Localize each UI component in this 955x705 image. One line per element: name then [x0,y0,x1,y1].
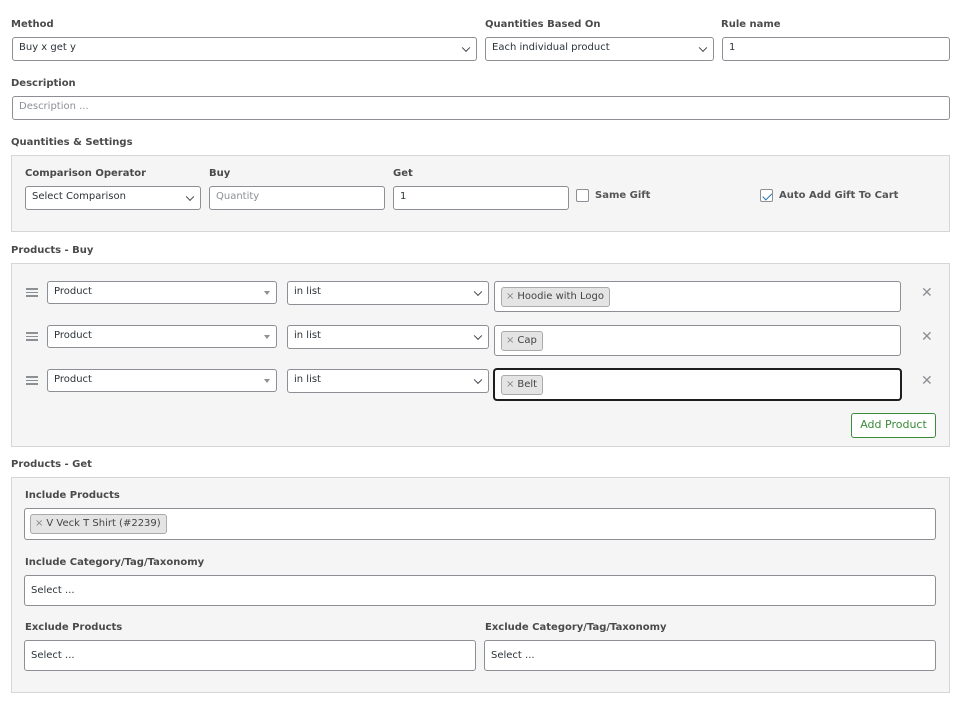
buy-row-3-condition-select[interactable]: in list [287,369,489,393]
chip-label: V Veck T Shirt (#2239) [46,518,161,529]
exclude-products-label: Exclude Products [25,622,123,633]
exclude-category-placeholder: Select ... [491,650,535,661]
include-products-label: Include Products [25,490,120,501]
chevron-down-icon [185,192,195,202]
exclude-category-field[interactable]: Select ... [484,640,936,671]
comparison-operator-label: Comparison Operator [25,168,147,179]
buy-row-1-type-value: Product [54,286,92,297]
buy-row-3-condition-value: in list [294,374,321,385]
quantities-based-on-value: Each individual product [492,42,610,53]
chevron-down-icon [473,331,483,341]
caret-down-icon [264,290,270,295]
selected-product-chip: × Belt [501,375,544,395]
drag-handle-icon[interactable] [26,332,38,341]
chevron-down-icon [461,43,471,53]
include-category-field[interactable]: Select ... [24,575,936,606]
buy-row-1-type-select[interactable]: Product [47,281,277,304]
chip-remove-icon[interactable]: × [506,379,514,390]
remove-row-icon[interactable]: ✕ [921,286,933,300]
same-gift-checkbox[interactable] [576,189,589,202]
same-gift-label: Same Gift [595,190,651,201]
chevron-down-icon [473,287,483,297]
remove-row-icon[interactable]: ✕ [921,330,933,344]
buy-row-2-condition-select[interactable]: in list [287,325,489,349]
buy-quantity-placeholder: Quantity [216,191,260,202]
quantities-based-on-label: Quantities Based On [485,19,601,30]
drag-handle-icon[interactable] [26,376,38,385]
selected-product-chip: × Hoodie with Logo [501,287,610,307]
buy-quantity-input[interactable]: Quantity [209,186,385,210]
chip-label: Cap [517,335,537,346]
products-buy-title: Products - Buy [11,245,94,256]
chip-label: Hoodie with Logo [517,291,604,302]
buy-row-2-products-field[interactable]: × Cap [494,325,901,356]
caret-down-icon [264,334,270,339]
comparison-operator-select[interactable]: Select Comparison [25,186,201,210]
comparison-operator-value: Select Comparison [32,191,126,202]
exclude-category-label: Exclude Category/Tag/Taxonomy [485,622,667,633]
buy-row-1-products-field[interactable]: × Hoodie with Logo [494,281,901,312]
chevron-down-icon [698,43,708,53]
include-category-label: Include Category/Tag/Taxonomy [25,557,205,568]
exclude-products-placeholder: Select ... [31,650,75,661]
drag-handle-icon[interactable] [26,288,38,297]
buy-row-3-products-field[interactable]: × Belt [494,369,901,400]
get-quantity-input[interactable]: 1 [393,186,569,210]
method-label: Method [11,19,54,30]
chip-remove-icon[interactable]: × [506,291,514,302]
buy-row-2-type-select[interactable]: Product [47,325,277,348]
rule-name-label: Rule name [721,19,781,30]
chip-remove-icon[interactable]: × [35,518,43,529]
description-label: Description [11,78,76,89]
auto-add-gift-label: Auto Add Gift To Cart [779,190,899,201]
description-placeholder: Description ... [19,101,89,112]
buy-row-2-condition-value: in list [294,330,321,341]
chip-remove-icon[interactable]: × [506,335,514,346]
buy-row-3-type-select[interactable]: Product [47,369,277,392]
selected-product-chip: × Cap [501,331,543,351]
remove-row-icon[interactable]: ✕ [921,374,933,388]
get-quantity-value: 1 [400,191,407,202]
get-label: Get [393,168,413,179]
quantities-based-on-select[interactable]: Each individual product [485,37,714,61]
include-category-placeholder: Select ... [31,585,75,596]
include-products-field[interactable]: × V Veck T Shirt (#2239) [24,508,936,540]
buy-row-3-type-value: Product [54,374,92,385]
buy-row-2-type-value: Product [54,330,92,341]
selected-product-chip: × V Veck T Shirt (#2239) [30,514,167,534]
method-select[interactable]: Buy x get y [12,37,477,61]
products-get-title: Products - Get [11,459,92,470]
buy-row-1-condition-value: in list [294,286,321,297]
chevron-down-icon [473,375,483,385]
method-value: Buy x get y [19,42,76,53]
description-input[interactable]: Description ... [12,96,950,120]
caret-down-icon [264,378,270,383]
quantities-settings-title: Quantities & Settings [11,137,133,148]
rule-name-value: 1 [729,42,736,53]
buy-row-1-condition-select[interactable]: in list [287,281,489,305]
buy-label: Buy [209,168,231,179]
add-product-button[interactable]: Add Product [851,413,936,438]
auto-add-gift-checkbox[interactable] [760,189,773,202]
exclude-products-field[interactable]: Select ... [24,640,476,671]
rule-name-input[interactable]: 1 [722,37,950,61]
chip-label: Belt [517,379,538,390]
